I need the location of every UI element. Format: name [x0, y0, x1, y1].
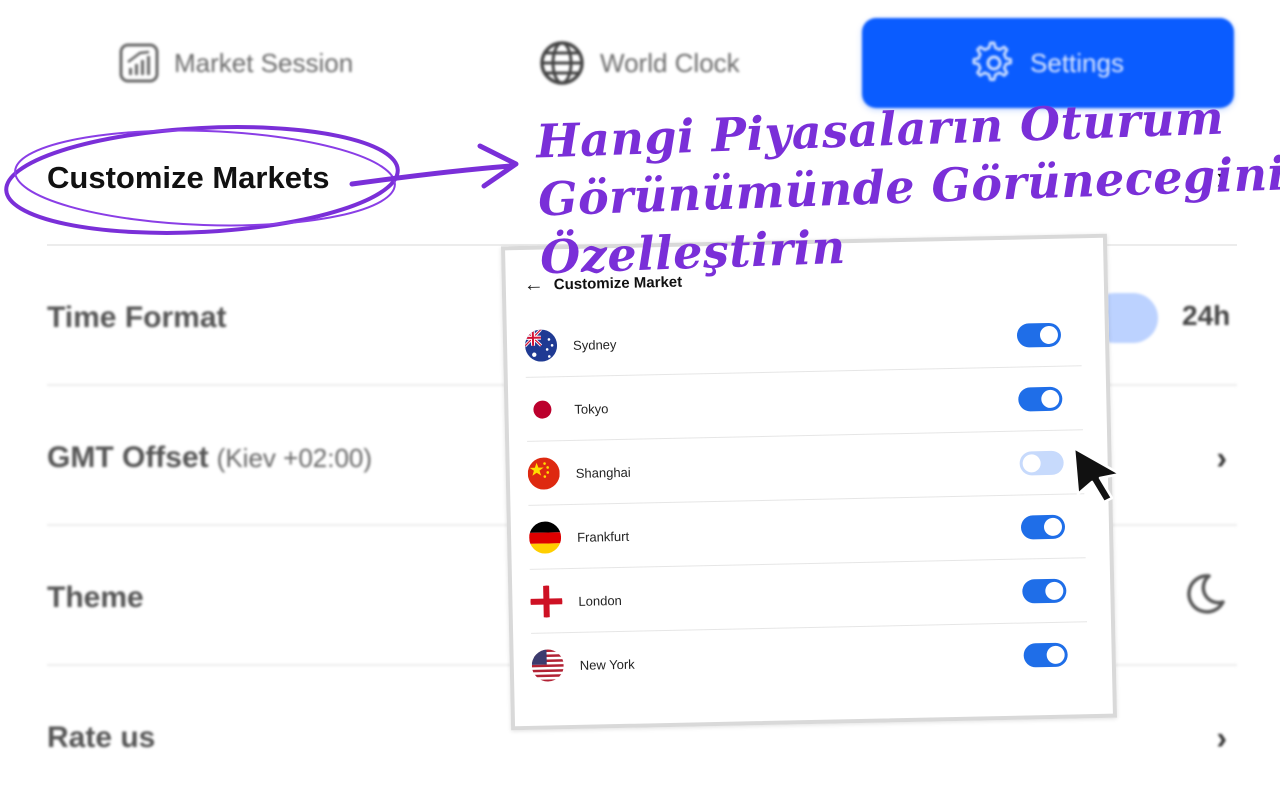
rate-us-label: Rate us [47, 721, 156, 754]
australia-flag-icon [524, 329, 558, 362]
tab-market-session-label: Market Session [174, 47, 354, 78]
china-flag-icon [527, 457, 561, 490]
tab-settings-label: Settings [1030, 47, 1124, 78]
chevron-right-icon: › [1216, 439, 1227, 476]
market-toggle-shanghai[interactable] [1019, 450, 1064, 476]
market-toggle-frankfurt[interactable] [1020, 514, 1066, 540]
gear-icon [972, 41, 1013, 82]
annotation-text: Hangi Piyasaların Oturum Görünümünde Gör… [535, 91, 1280, 287]
customize-market-panel: ← Customize Market Sydney Tokyo Shanghai… [500, 233, 1118, 731]
market-name: Sydney [572, 336, 617, 353]
market-name: Shanghai [575, 464, 631, 481]
market-row-sydney: Sydney [524, 302, 1082, 378]
market-row-frankfurt: Frankfurt [528, 494, 1086, 570]
cursor-icon [1072, 446, 1122, 504]
market-row-tokyo: Tokyo [526, 366, 1083, 442]
gmt-offset-label: GMT Offset [47, 441, 209, 474]
customize-markets-label: Customize Markets [47, 160, 330, 195]
market-name: New York [579, 656, 635, 673]
market-row-new-york: New York [531, 622, 1088, 698]
market-toggle-new-york[interactable] [1023, 642, 1068, 668]
time-format-value: 24h [1182, 300, 1231, 331]
globe-icon [540, 41, 584, 85]
germany-flag-icon [528, 521, 562, 554]
time-format-label: Time Format [47, 301, 227, 334]
tab-world-clock[interactable]: World Clock [538, 18, 740, 108]
tab-world-clock-label: World Clock [600, 47, 740, 78]
market-name: London [578, 592, 622, 609]
market-name: Frankfurt [576, 528, 630, 545]
usa-flag-icon [531, 649, 565, 682]
market-name: Tokyo [574, 400, 609, 417]
chevron-right-icon: › [1216, 719, 1227, 756]
england-flag-icon [530, 585, 563, 618]
japan-flag-icon [526, 393, 559, 426]
market-toggle-london[interactable] [1022, 578, 1067, 604]
tab-market-session[interactable]: Market Session [118, 18, 353, 108]
market-row-shanghai: Shanghai [527, 430, 1085, 506]
market-toggle-tokyo[interactable] [1018, 386, 1063, 412]
theme-label: Theme [47, 581, 144, 614]
chart-icon [119, 43, 159, 83]
market-row-london: London [530, 558, 1087, 634]
moon-icon[interactable] [1179, 570, 1227, 626]
market-toggle-sydney[interactable] [1016, 322, 1062, 348]
gmt-offset-value: (Kiev +02:00) [216, 442, 373, 473]
